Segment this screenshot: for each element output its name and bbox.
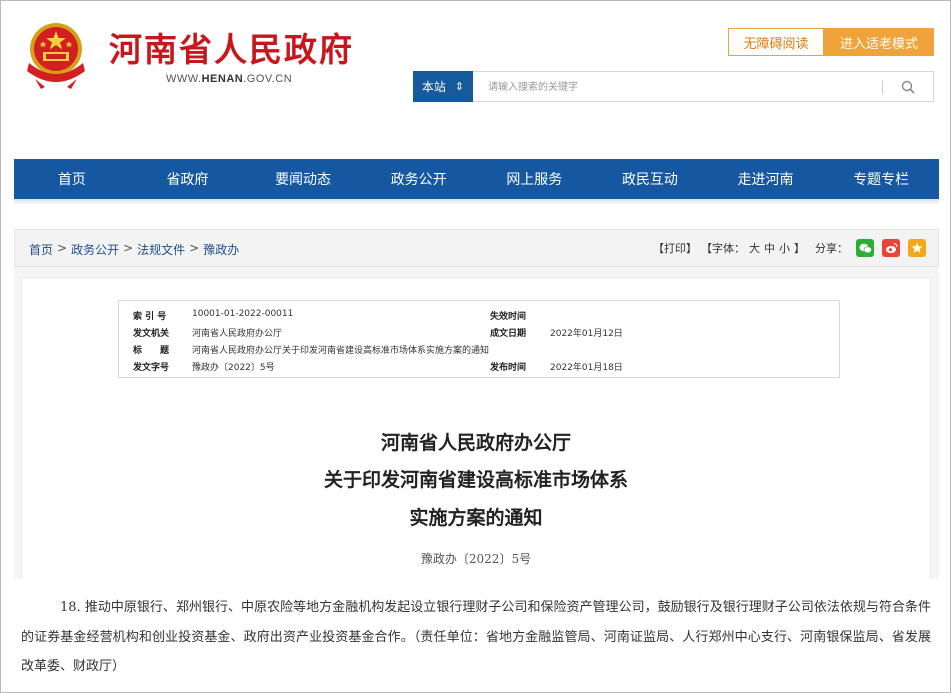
weibo-icon[interactable] (882, 239, 900, 257)
nav-item-provincial-government[interactable]: 省政府 (130, 159, 246, 199)
font-medium-button[interactable]: 中 (764, 240, 775, 256)
breadcrumb-home[interactable]: 首页 (29, 241, 53, 258)
nav-item-online-services[interactable]: 网上服务 (477, 159, 593, 199)
breadcrumb-government-affairs[interactable]: 政务公开 (71, 241, 119, 258)
breadcrumb-bar: 首页 > 政务公开 > 法规文件 > 豫政办 【打印】 【字体： 大 中 小 】… (14, 229, 939, 267)
nav-item-about-henan[interactable]: 走进河南 (708, 159, 824, 199)
site-url-prefix: WWW. (166, 73, 202, 85)
meta-title-value: 河南省人民政府办公厅关于印发河南省建设高标准市场体系实施方案的通知 (192, 346, 490, 356)
search-scope-select[interactable]: 本站 ⇕ (413, 71, 473, 102)
search-icon (901, 80, 915, 94)
meta-title-key: 标 题 (133, 346, 170, 356)
meta-created-value: 2022年01月12日 (550, 329, 623, 339)
breadcrumb-separator: > (57, 241, 68, 255)
meta-index-value: 10001-01-2022-00011 (192, 309, 294, 319)
meta-docno-key: 发文字号 (133, 363, 170, 373)
site-url[interactable]: WWW.HENAN.GOV.CN (166, 73, 292, 85)
share-label: 分享： (815, 242, 848, 255)
font-large-button[interactable]: 大 (749, 240, 760, 256)
breadcrumb-separator: > (123, 241, 134, 255)
font-size-prefix: 【字体： (701, 242, 745, 255)
meta-docno-value: 豫政办〔2022〕5号 (192, 363, 275, 373)
site-url-suffix: .GOV.CN (243, 73, 293, 85)
updown-arrow-icon: ⇕ (454, 80, 465, 93)
search-box (473, 71, 934, 102)
meta-expire-key: 失效时间 (490, 312, 527, 322)
main-nav: 首页 省政府 要闻动态 政务公开 网上服务 政民互动 走进河南 专题专栏 (14, 159, 939, 199)
breadcrumb-separator: > (189, 241, 200, 255)
search-divider (882, 81, 883, 94)
breadcrumb-yuzhengban[interactable]: 豫政办 (203, 241, 239, 258)
site-url-brand: HENAN (201, 73, 244, 85)
nav-shadow (14, 199, 939, 204)
nav-item-government-affairs[interactable]: 政务公开 (361, 159, 477, 199)
document-number: 豫政办〔2022〕5号 (420, 552, 532, 566)
star-icon[interactable] (908, 239, 926, 257)
search-input[interactable] (488, 79, 868, 96)
national-emblem-icon (27, 23, 85, 89)
search-button[interactable] (893, 76, 923, 98)
document-title-line3: 实施方案的通知 (409, 507, 543, 529)
font-small-button[interactable]: 小 (779, 240, 790, 256)
article-panel: 索 引 号 10001-01-2022-00011 失效时间 发文机关 河南省人… (21, 277, 931, 579)
print-button[interactable]: 【打印】 (653, 240, 697, 256)
breadcrumb-regulations[interactable]: 法规文件 (137, 241, 185, 258)
site-title[interactable]: 河南省人民政府 (109, 23, 354, 71)
accessibility-reading-button[interactable]: 无障碍阅读 (728, 28, 824, 56)
meta-published-value: 2022年01月18日 (550, 363, 623, 373)
document-meta-table: 索 引 号 10001-01-2022-00011 失效时间 发文机关 河南省人… (118, 300, 840, 378)
wechat-icon[interactable] (856, 239, 874, 257)
search-scope-label: 本站 (421, 80, 446, 94)
meta-created-key: 成文日期 (490, 329, 527, 339)
document-title-line1: 河南省人民政府办公厅 (380, 432, 571, 454)
page-frame: 河南省人民政府 WWW.HENAN.GOV.CN 无障碍阅读 进入适老模式 本站… (0, 0, 951, 693)
meta-published-key: 发布时间 (490, 363, 527, 373)
nav-item-news[interactable]: 要闻动态 (245, 159, 361, 199)
elder-mode-button[interactable]: 进入适老模式 (824, 28, 934, 56)
breadcrumb: 首页 > 政务公开 > 法规文件 > 豫政办 (29, 241, 239, 258)
document-title-line2: 关于印发河南省建设高标准市场体系 (323, 469, 628, 491)
document-body-paragraph: 18. 推动中原银行、郑州银行、中原农险等地方金融机构发起设立银行理财子公司和保… (21, 600, 931, 674)
nav-item-home[interactable]: 首页 (14, 159, 130, 199)
nav-item-special-topics[interactable]: 专题专栏 (823, 159, 939, 199)
meta-index-key: 索 引 号 (133, 312, 167, 322)
font-size-suffix: 】 (794, 242, 805, 255)
article-tools: 【打印】 【字体： 大 中 小 】 分享： (653, 239, 926, 257)
nav-item-interaction[interactable]: 政民互动 (592, 159, 708, 199)
meta-issuer-value: 河南省人民政府办公厅 (192, 329, 283, 339)
meta-issuer-key: 发文机关 (133, 329, 170, 339)
